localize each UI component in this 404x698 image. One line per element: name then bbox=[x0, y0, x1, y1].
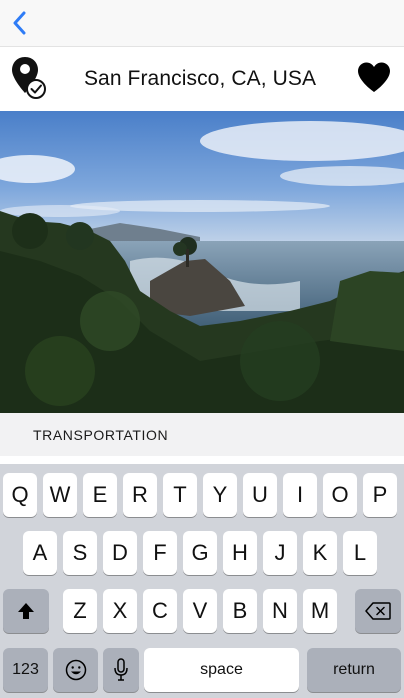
coastal-cypress-image bbox=[0, 111, 404, 413]
key-j[interactable]: J bbox=[263, 531, 297, 575]
chevron-left-icon bbox=[13, 11, 26, 35]
key-p[interactable]: P bbox=[363, 473, 397, 517]
shift-key[interactable] bbox=[3, 589, 49, 633]
key-s[interactable]: S bbox=[63, 531, 97, 575]
numbers-key[interactable]: 123 bbox=[3, 648, 48, 692]
space-key[interactable]: space bbox=[144, 648, 299, 692]
location-title: San Francisco, CA, USA bbox=[83, 67, 317, 90]
section-header: TRANSPORTATION bbox=[0, 413, 404, 456]
location-pin-check-icon bbox=[12, 57, 46, 99]
key-k[interactable]: K bbox=[303, 531, 337, 575]
key-t[interactable]: T bbox=[163, 473, 197, 517]
key-n[interactable]: N bbox=[263, 589, 297, 633]
key-l[interactable]: L bbox=[343, 531, 377, 575]
key-h[interactable]: H bbox=[223, 531, 257, 575]
content-strip bbox=[0, 456, 404, 464]
heart-icon bbox=[358, 62, 390, 92]
key-o[interactable]: O bbox=[323, 473, 357, 517]
key-z[interactable]: Z bbox=[63, 589, 97, 633]
key-d[interactable]: D bbox=[103, 531, 137, 575]
key-b[interactable]: B bbox=[223, 589, 257, 633]
key-m[interactable]: M bbox=[303, 589, 337, 633]
delete-key[interactable] bbox=[355, 589, 401, 633]
favorite-button[interactable] bbox=[356, 61, 392, 93]
key-q[interactable]: Q bbox=[3, 473, 37, 517]
key-i[interactable]: I bbox=[283, 473, 317, 517]
navigation-bar bbox=[0, 0, 404, 46]
key-c[interactable]: C bbox=[143, 589, 177, 633]
key-a[interactable]: A bbox=[23, 531, 57, 575]
key-e[interactable]: E bbox=[83, 473, 117, 517]
key-w[interactable]: W bbox=[43, 473, 77, 517]
key-r[interactable]: R bbox=[123, 473, 157, 517]
key-y[interactable]: Y bbox=[203, 473, 237, 517]
microphone-icon bbox=[114, 658, 128, 681]
return-key[interactable]: return bbox=[307, 648, 401, 692]
location-header: San Francisco, CA, USA bbox=[0, 46, 404, 111]
shift-icon bbox=[18, 603, 34, 619]
on-screen-keyboard: Q W E R T Y U I O P A S D F G H J K L Z … bbox=[0, 464, 404, 698]
location-photo bbox=[0, 111, 404, 413]
key-g[interactable]: G bbox=[183, 531, 217, 575]
microphone-key[interactable] bbox=[103, 648, 139, 692]
emoji-key[interactable] bbox=[53, 648, 98, 692]
key-u[interactable]: U bbox=[243, 473, 277, 517]
key-x[interactable]: X bbox=[103, 589, 137, 633]
delete-icon bbox=[365, 602, 391, 620]
section-title: TRANSPORTATION bbox=[33, 427, 169, 443]
back-button[interactable] bbox=[8, 10, 30, 36]
key-v[interactable]: V bbox=[183, 589, 217, 633]
key-f[interactable]: F bbox=[143, 531, 177, 575]
emoji-icon bbox=[65, 659, 86, 681]
